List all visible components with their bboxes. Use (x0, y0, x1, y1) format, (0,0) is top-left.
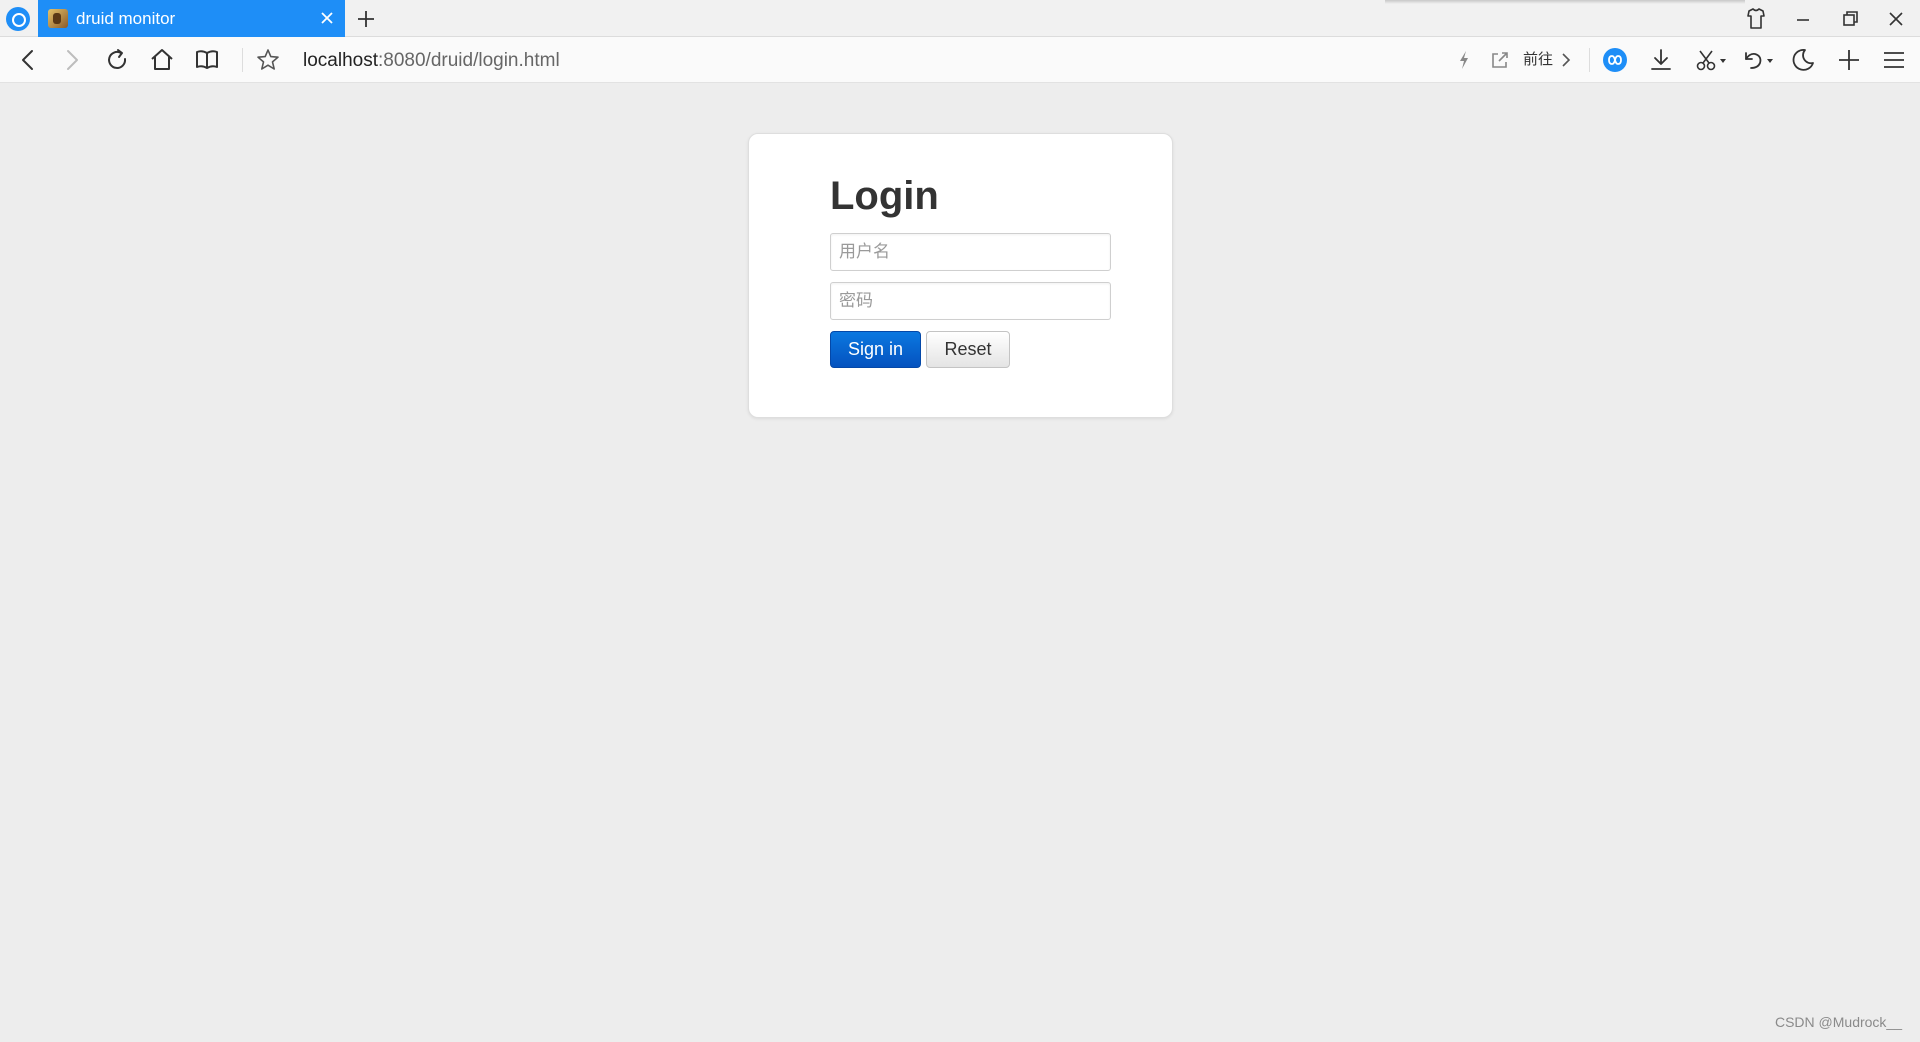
moon-icon[interactable] (1788, 45, 1818, 75)
close-window-icon[interactable] (1876, 3, 1916, 35)
lightning-icon[interactable] (1449, 45, 1479, 75)
url-host: localhost (303, 50, 378, 71)
tab-title: druid monitor (76, 9, 176, 28)
restore-icon[interactable] (1830, 3, 1870, 35)
url-path: :8080/druid/login.html (378, 50, 560, 71)
skin-shirt-icon[interactable] (1736, 3, 1776, 35)
forward-arrow-icon[interactable] (57, 45, 87, 75)
infinity-icon[interactable] (1600, 45, 1630, 75)
goto-button[interactable]: 前往 (1523, 50, 1553, 70)
scissors-icon[interactable] (1691, 45, 1731, 75)
book-icon[interactable] (192, 45, 222, 75)
browser-toolbar: localhost:8080/druid/login.html 前往 (0, 37, 1920, 83)
chevron-right-icon (1560, 51, 1572, 74)
csdn-watermark: CSDN @Mudrock__ (1774, 1014, 1902, 1030)
minimize-icon[interactable] (1783, 3, 1823, 35)
hamburger-icon[interactable] (1879, 45, 1909, 75)
reset-button[interactable]: Reset (926, 331, 1010, 368)
browser-logo-icon[interactable] (6, 7, 30, 31)
login-title: Login (830, 174, 939, 218)
share-icon[interactable] (1485, 45, 1515, 75)
tab-close-icon[interactable] (315, 6, 339, 30)
tab-strip: druid monitor (0, 0, 1920, 37)
password-input[interactable] (830, 282, 1111, 320)
window-edge-shadow (1385, 0, 1745, 4)
login-card: Login Sign in Reset (748, 133, 1173, 418)
new-tab-plus-icon[interactable] (352, 5, 380, 33)
undo-icon[interactable] (1738, 45, 1778, 75)
star-icon[interactable] (253, 45, 283, 75)
plus-icon[interactable] (1834, 45, 1864, 75)
refresh-icon[interactable] (102, 45, 132, 75)
address-bar[interactable]: localhost:8080/druid/login.html (303, 49, 560, 73)
username-input[interactable] (830, 233, 1111, 271)
toolbar-divider (1589, 48, 1590, 72)
tab-druid-monitor[interactable]: druid monitor (38, 0, 345, 37)
back-arrow-icon[interactable] (13, 45, 43, 75)
sign-in-button[interactable]: Sign in (830, 331, 921, 368)
toolbar-divider (242, 48, 243, 72)
home-icon[interactable] (147, 45, 177, 75)
download-icon[interactable] (1646, 45, 1676, 75)
druid-favicon-icon (48, 9, 68, 28)
